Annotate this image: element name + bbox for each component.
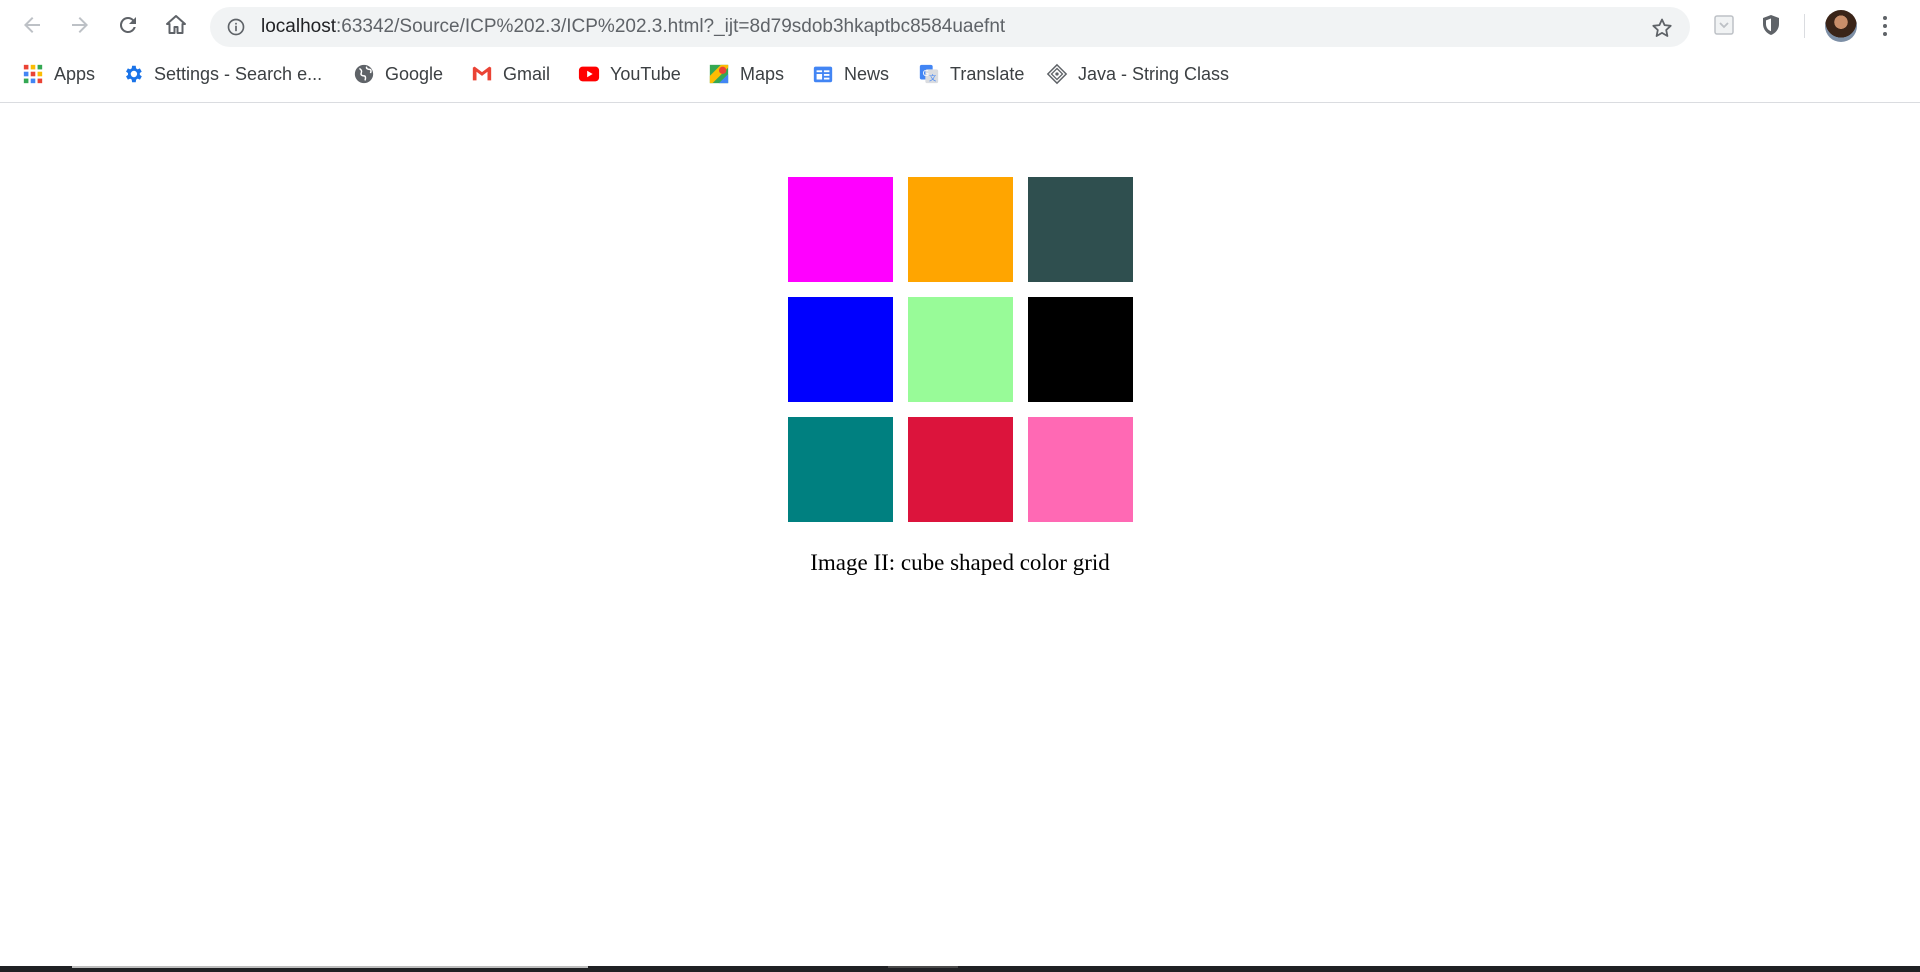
news-icon (812, 63, 834, 85)
extension-pocket-icon[interactable] (1711, 12, 1737, 38)
grid-cell (908, 417, 1013, 522)
bookmark-label: Maps (740, 63, 785, 84)
grid-cell (1028, 297, 1133, 402)
grid-cell (908, 297, 1013, 402)
image-caption: Image II: cube shaped color grid (810, 550, 1110, 575)
horizontal-scrollbar[interactable] (0, 966, 1920, 972)
scrollbar-segment (888, 966, 958, 968)
bookmark-google[interactable]: Google (353, 56, 443, 92)
toolbar-separator (1804, 14, 1805, 38)
svg-text:文: 文 (929, 73, 937, 82)
color-grid (788, 177, 1134, 523)
menu-dot-icon (1883, 24, 1887, 28)
toolbar-divider (0, 102, 1920, 103)
translate-icon: G 文 (918, 63, 940, 85)
bookmark-apps[interactable]: Apps (22, 56, 95, 92)
address-bar[interactable]: localhost:63342/Source/ICP%202.3/ICP%202… (210, 7, 1690, 47)
bookmark-label: Apps (54, 63, 96, 84)
bookmark-translate[interactable]: G 文 Translate (918, 56, 1024, 92)
java-icon (1046, 63, 1068, 85)
info-icon[interactable] (226, 17, 246, 37)
apps-grid-icon (22, 63, 44, 85)
bookmark-maps[interactable]: Maps (708, 56, 784, 92)
maps-icon (708, 63, 730, 85)
bookmark-java-string-class[interactable]: Java - String Class (1046, 56, 1229, 92)
bookmarks-bar: Apps Settings - Search e... Google Gmail (0, 56, 1920, 92)
grid-cell (788, 177, 893, 282)
bookmark-news[interactable]: News (812, 56, 889, 92)
grid-cell (1028, 177, 1133, 282)
forward-button[interactable] (62, 7, 98, 43)
bookmark-label: Gmail (503, 63, 551, 84)
back-button[interactable] (14, 7, 50, 43)
youtube-icon (578, 63, 600, 85)
bookmark-star-icon[interactable] (1650, 16, 1674, 40)
gmail-icon (471, 63, 493, 85)
bookmark-settings[interactable]: Settings - Search e... (122, 56, 322, 92)
url-host: localhost (261, 16, 336, 37)
chrome-menu-button[interactable] (1873, 10, 1897, 42)
grid-cell (788, 417, 893, 522)
bookmark-label: Translate (950, 63, 1025, 84)
home-button[interactable] (158, 7, 194, 43)
svg-text:G: G (923, 68, 929, 78)
bookmark-gmail[interactable]: Gmail (471, 56, 550, 92)
scrollbar-thumb[interactable] (72, 966, 588, 968)
reload-button[interactable] (110, 7, 146, 43)
menu-dot-icon (1883, 32, 1887, 36)
bookmark-label: Settings - Search e... (154, 63, 323, 84)
forward-arrow-icon (72, 17, 88, 33)
bookmark-label: Google (385, 63, 444, 84)
bookmark-label: Java - String Class (1078, 63, 1230, 84)
reload-icon (119, 16, 136, 33)
url-path: :63342/Source/ICP%202.3/ICP%202.3.html?_… (336, 16, 1006, 37)
bookmark-label: News (844, 63, 890, 84)
profile-avatar[interactable] (1825, 10, 1857, 42)
menu-dot-icon (1883, 16, 1887, 20)
grid-cell (788, 297, 893, 402)
bookmark-youtube[interactable]: YouTube (578, 56, 681, 92)
browser-toolbar: localhost:63342/Source/ICP%202.3/ICP%202… (0, 0, 1920, 52)
shield-icon[interactable] (1758, 12, 1784, 38)
back-arrow-icon (24, 17, 40, 33)
globe-icon (353, 63, 375, 85)
grid-cell (1028, 417, 1133, 522)
settings-gear-icon (122, 63, 144, 85)
bookmark-label: YouTube (610, 63, 681, 84)
home-icon (166, 15, 186, 34)
url-text[interactable]: localhost:63342/Source/ICP%202.3/ICP%202… (261, 7, 1005, 47)
grid-cell (908, 177, 1013, 282)
